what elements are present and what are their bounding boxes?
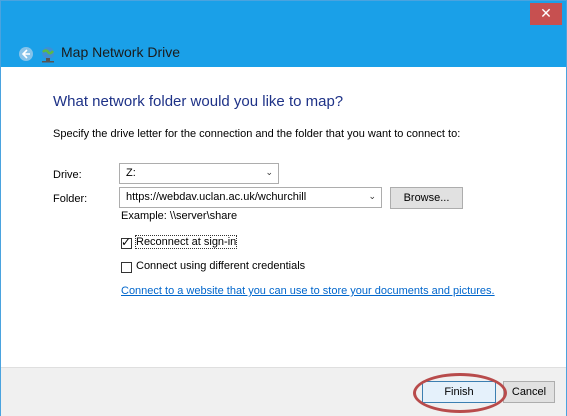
window-title: Map Network Drive xyxy=(61,44,181,60)
back-button[interactable] xyxy=(19,47,33,61)
credentials-checkbox[interactable] xyxy=(121,262,132,273)
reconnect-checkbox[interactable]: ✓ xyxy=(121,235,132,249)
close-icon: ✕ xyxy=(540,6,552,22)
drive-label: Drive: xyxy=(53,169,82,181)
dialog-content: What network folder would you like to ma… xyxy=(1,67,566,367)
network-drive-icon xyxy=(42,47,54,63)
folder-combobox[interactable]: https://webdav.uclan.ac.uk/wchurchill ⌄ xyxy=(119,187,382,208)
reconnect-label: Reconnect at sign-in xyxy=(134,235,238,249)
checkmark-icon: ✓ xyxy=(121,235,132,249)
drive-label-text: Drive: xyxy=(53,169,82,181)
folder-value: https://webdav.uclan.ac.uk/wchurchill xyxy=(126,191,307,203)
drive-value: Z: xyxy=(126,167,136,179)
instruction-text: Specify the drive letter for the connect… xyxy=(53,128,461,140)
website-storage-link[interactable]: Connect to a website that you can use to… xyxy=(121,285,495,297)
browse-button[interactable]: Browse... xyxy=(390,187,463,209)
cancel-button[interactable]: Cancel xyxy=(503,381,555,403)
folder-label-text: Folder: xyxy=(53,193,88,205)
annotation-circle xyxy=(413,373,507,413)
folder-label: Folder: xyxy=(53,193,87,205)
cancel-label: Cancel xyxy=(511,386,547,398)
drive-select[interactable]: Z: ⌄ xyxy=(119,163,279,184)
chevron-down-icon: ⌄ xyxy=(265,168,273,178)
map-network-drive-window: ✕ Map Network Drive What network folder … xyxy=(0,0,567,416)
chevron-down-icon: ⌄ xyxy=(368,192,376,202)
close-button[interactable]: ✕ xyxy=(530,3,562,25)
page-heading: What network folder would you like to ma… xyxy=(53,93,344,110)
title-bar: ✕ Map Network Drive xyxy=(1,1,566,67)
credentials-label: Connect using different credentials xyxy=(136,260,306,272)
example-hint: Example: \\server\share xyxy=(121,210,238,222)
browse-label: Browse... xyxy=(403,192,450,204)
back-arrow-icon xyxy=(21,49,30,59)
